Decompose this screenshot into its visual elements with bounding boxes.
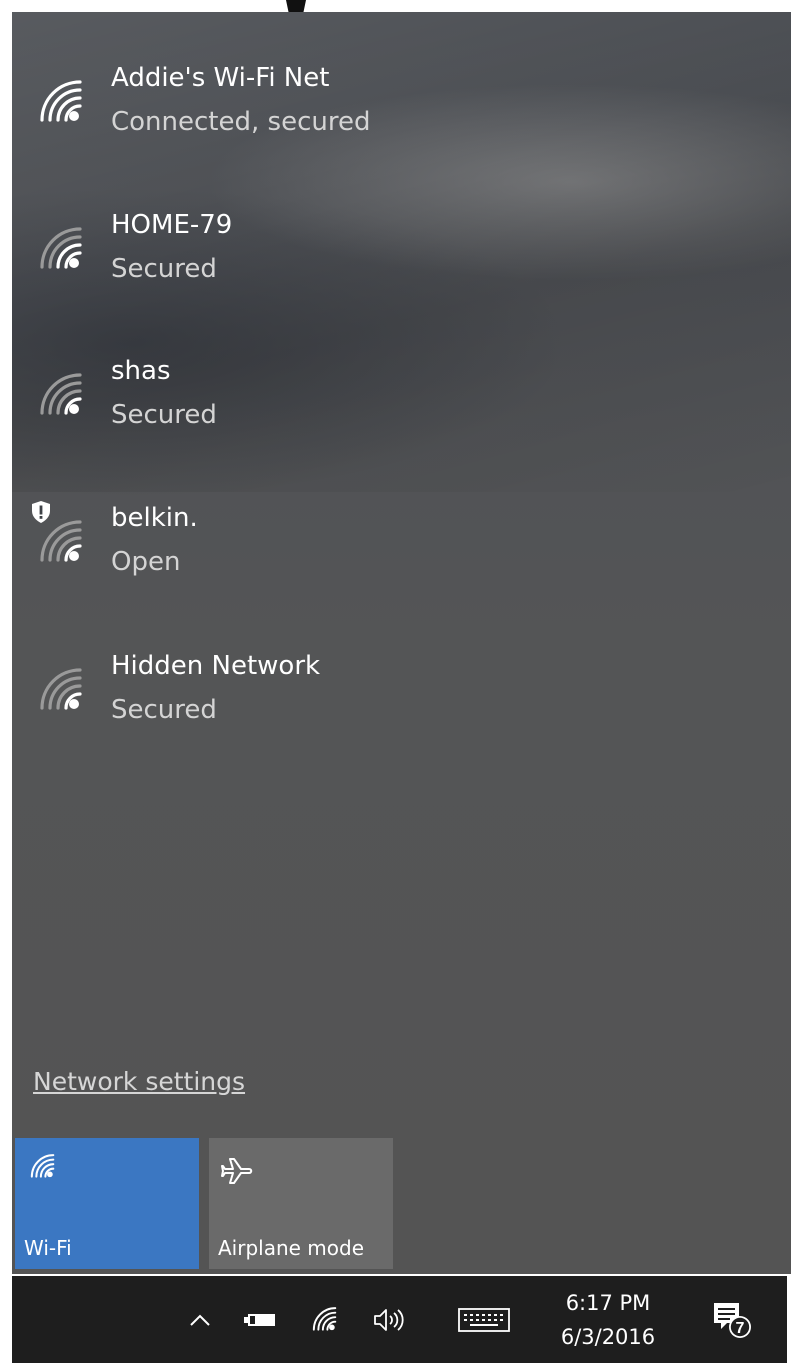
wifi-signal-icon	[40, 80, 82, 122]
wifi-icon	[312, 1306, 337, 1331]
network-item[interactable]: shas Secured	[12, 353, 791, 463]
network-item[interactable]: HOME-79 Secured	[12, 207, 791, 317]
clock-button[interactable]: 6:17 PM 6/3/2016	[538, 1286, 678, 1354]
clock-date: 6/3/2016	[560, 1325, 656, 1349]
network-settings-link[interactable]: Network settings	[33, 1065, 245, 1099]
network-status: Secured	[111, 695, 217, 725]
network-name: belkin.	[111, 503, 198, 533]
battery-icon	[244, 1313, 275, 1326]
screen-edge	[787, 1276, 791, 1363]
wifi-signal-icon	[40, 373, 82, 415]
screenshot-page: Addie's Wi-Fi Net Connected, secured HOM…	[0, 0, 791, 1363]
action-center-button[interactable]: 7	[702, 1276, 762, 1363]
network-status: Secured	[111, 254, 217, 284]
wifi-icon	[30, 1154, 55, 1178]
battery-button[interactable]	[238, 1276, 282, 1363]
show-hidden-icons-button[interactable]	[180, 1276, 220, 1363]
wifi-quick-action-tile[interactable]: Wi-Fi	[15, 1138, 199, 1269]
network-item[interactable]: Hidden Network Secured	[12, 648, 791, 758]
wifi-signal-icon	[40, 668, 82, 710]
wifi-tile-label: Wi-Fi	[24, 1236, 72, 1260]
chevron-up-icon	[190, 1314, 210, 1326]
touch-keyboard-button[interactable]	[455, 1276, 513, 1363]
network-status: Connected, secured	[111, 107, 371, 137]
network-status: Secured	[111, 400, 217, 430]
airplane-icon	[221, 1158, 253, 1184]
network-item[interactable]: belkin. Open	[12, 500, 791, 610]
network-name: Hidden Network	[111, 651, 321, 681]
clock-time: 6:17 PM	[565, 1291, 651, 1315]
notification-count-badge: 7	[736, 1320, 745, 1337]
network-tray-button[interactable]	[302, 1276, 346, 1363]
airplane-tile-label: Airplane mode	[218, 1236, 365, 1260]
volume-button[interactable]	[366, 1276, 416, 1363]
network-flyout: Addie's Wi-Fi Net Connected, secured HOM…	[12, 12, 791, 1274]
network-status: Open	[111, 547, 181, 577]
network-name: HOME-79	[111, 210, 233, 240]
airplane-mode-quick-action-tile[interactable]: Airplane mode	[209, 1138, 393, 1269]
network-name: Addie's Wi-Fi Net	[111, 63, 330, 93]
volume-icon	[374, 1308, 404, 1331]
network-name: shas	[111, 356, 171, 386]
network-item[interactable]: Addie's Wi-Fi Net Connected, secured	[12, 60, 791, 170]
taskbar: 6:17 PM 6/3/2016 7	[12, 1276, 791, 1363]
notification-icon: 7	[714, 1302, 751, 1338]
keyboard-icon	[458, 1307, 510, 1332]
wifi-signal-icon	[40, 520, 82, 562]
wifi-signal-icon	[40, 227, 82, 269]
